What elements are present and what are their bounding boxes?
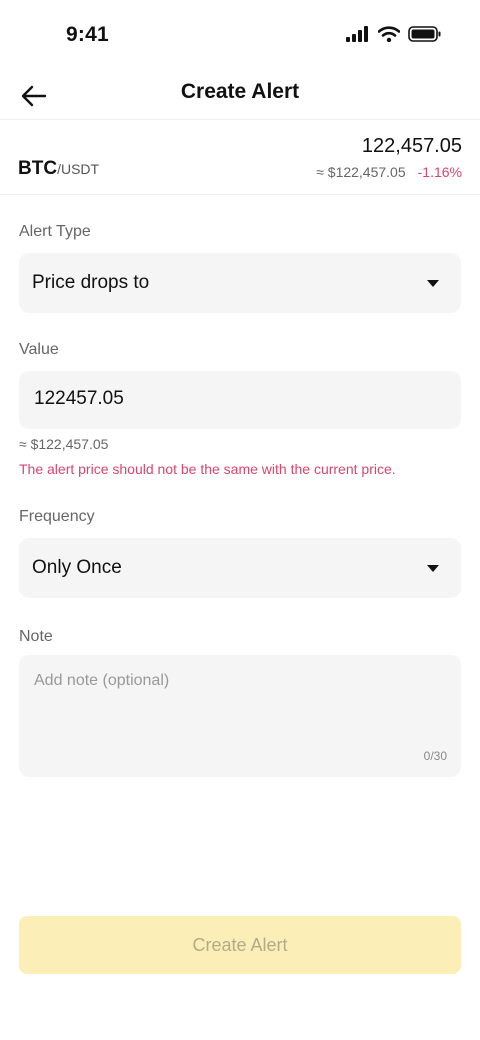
alert-type-select[interactable]: Price drops to	[19, 253, 461, 313]
battery-icon	[408, 26, 441, 42]
wifi-icon	[378, 26, 400, 42]
trading-pair: BTC/USDT	[18, 158, 99, 180]
frequency-select[interactable]: Only Once	[19, 538, 461, 598]
alert-type-value: Price drops to	[32, 272, 150, 293]
ticker-summary: BTC/USDT 122,457.05 ≈ $122,457.05 -1.16%	[0, 120, 480, 195]
note-label: Note	[19, 628, 53, 645]
price-change: -1.16%	[417, 164, 462, 180]
note-placeholder: Add note (optional)	[34, 672, 170, 689]
fiat-price: ≈ $122,457.05	[316, 164, 406, 180]
page-title: Create Alert	[180, 80, 300, 103]
value-error-message: The alert price should not be the same w…	[19, 461, 396, 477]
caret-down-icon	[427, 280, 439, 287]
create-alert-button-label: Create Alert	[192, 934, 288, 955]
last-price: 122,457.05	[361, 135, 462, 157]
create-alert-button[interactable]: Create Alert	[19, 916, 461, 974]
signal-icon	[346, 26, 368, 42]
frequency-value: Only Once	[32, 557, 122, 578]
create-alert-screen: 9:41 Create Alert BTC/USDT 122,457.05 ≈ …	[0, 0, 480, 1040]
value-input[interactable]: 122457.05	[19, 371, 461, 429]
status-bar: 9:41	[0, 0, 480, 70]
ticker-subline: ≈ $122,457.05 -1.16%	[316, 164, 462, 180]
caret-down-icon	[427, 565, 439, 572]
value-fiat-hint: ≈ $122,457.05	[19, 436, 109, 452]
pair-base: BTC	[18, 158, 58, 179]
note-textarea[interactable]: Add note (optional) 0/30	[19, 655, 461, 777]
status-icons	[346, 26, 442, 42]
frequency-label: Frequency	[19, 508, 95, 525]
value-label: Value	[19, 341, 59, 358]
header: Create Alert	[0, 70, 480, 120]
note-char-counter: 0/30	[423, 749, 447, 763]
value-input-text: 122457.05	[34, 388, 124, 409]
pair-quote: /USDT	[57, 161, 100, 177]
alert-type-label: Alert Type	[19, 223, 91, 240]
status-time: 9:41	[66, 23, 109, 46]
